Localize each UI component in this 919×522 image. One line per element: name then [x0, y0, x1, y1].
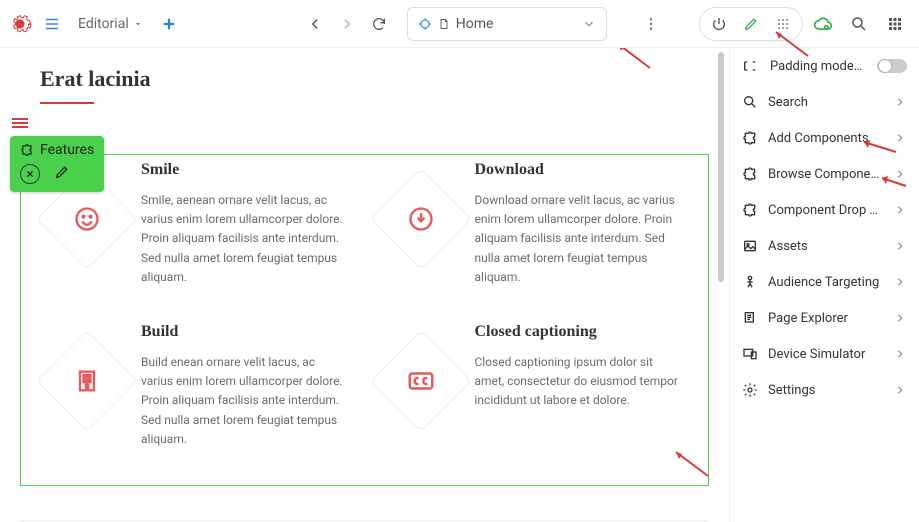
- gear-icon: [742, 382, 758, 398]
- puzzle-plus-icon: [742, 130, 758, 146]
- accent-underline: [40, 102, 94, 104]
- chevron-right-icon: [893, 95, 907, 109]
- padding-mode-toggle[interactable]: Padding mode (p): [730, 48, 919, 84]
- add-button[interactable]: [153, 8, 185, 40]
- overflow-menu-button[interactable]: [635, 8, 667, 40]
- panel-item-settings[interactable]: Settings: [730, 372, 919, 408]
- search-icon: [742, 94, 758, 110]
- panel-item-audience[interactable]: Audience Targeting: [730, 264, 919, 300]
- chevron-down-icon: [582, 17, 596, 31]
- selection-badge: Features: [10, 136, 104, 192]
- workspace-label: Editorial: [78, 16, 129, 32]
- feature-cc: Closed captioning Closed captioning ipsu…: [385, 323, 679, 449]
- feature-title: Download: [475, 161, 679, 179]
- menu-icon[interactable]: [36, 8, 68, 40]
- puzzle-icon: [742, 166, 758, 182]
- feature-title: Smile: [141, 161, 345, 179]
- image-icon: [742, 238, 758, 254]
- feature-build: Build Build enean ornare velit lacus, ac…: [51, 323, 345, 449]
- panel-item-search[interactable]: Search: [730, 84, 919, 120]
- mode-switch: [699, 7, 803, 41]
- padding-icon: [742, 58, 758, 74]
- panel-item-assets[interactable]: Assets: [730, 228, 919, 264]
- hamburger-icon: [12, 116, 28, 130]
- feature-body: Download ornare velit lacus, ac varius e…: [475, 191, 679, 287]
- canvas: Erat lacinia Features: [0, 48, 729, 522]
- edit-mode-button[interactable]: [736, 9, 766, 39]
- badge-close-button[interactable]: [20, 164, 40, 184]
- side-panel: Padding mode (p) Search Add Components B…: [729, 48, 919, 522]
- top-toolbar: Editorial Home: [0, 0, 919, 48]
- caret-down-icon: [133, 19, 143, 29]
- app-logo-icon: [8, 12, 32, 36]
- target-icon: [418, 17, 432, 31]
- search-button[interactable]: [843, 8, 875, 40]
- cc-icon: [406, 366, 436, 396]
- power-button[interactable]: [704, 9, 734, 39]
- apps-button[interactable]: [879, 8, 911, 40]
- divider: [20, 520, 709, 521]
- toggle-switch[interactable]: [877, 59, 907, 73]
- puzzle-target-icon: [742, 202, 758, 218]
- grid-mode-button[interactable]: [768, 9, 798, 39]
- page-icon: [438, 18, 450, 30]
- feature-title: Closed captioning: [475, 323, 679, 341]
- padding-label: Padding mode (p): [770, 59, 865, 74]
- nav-forward-button[interactable]: [331, 8, 363, 40]
- devices-icon: [742, 346, 758, 362]
- smile-icon: [73, 205, 101, 233]
- building-icon: [73, 367, 101, 395]
- workspace-dropdown[interactable]: Editorial: [72, 12, 149, 36]
- page-title: Erat lacinia: [40, 66, 151, 92]
- panel-item-add-components[interactable]: Add Components: [730, 120, 919, 156]
- location-label: Home: [456, 16, 576, 32]
- panel-item-drop-targets[interactable]: Component Drop Ta...: [730, 192, 919, 228]
- layers-icon: [742, 310, 758, 326]
- puzzle-icon: [20, 143, 34, 157]
- location-bar[interactable]: Home: [407, 7, 607, 41]
- nav-refresh-button[interactable]: [363, 8, 395, 40]
- panel-item-page-explorer[interactable]: Page Explorer: [730, 300, 919, 336]
- panel-item-browse-components[interactable]: Browse Components: [730, 156, 919, 192]
- selection-label: Features: [40, 142, 94, 158]
- feature-body: Build enean ornare velit lacus, ac variu…: [141, 353, 345, 449]
- person-icon: [742, 274, 758, 290]
- scrollbar[interactable]: [718, 52, 724, 282]
- feature-download: Download Download ornare velit lacus, ac…: [385, 161, 679, 287]
- nav-back-button[interactable]: [299, 8, 331, 40]
- panel-item-device-sim[interactable]: Device Simulator: [730, 336, 919, 372]
- feature-body: Closed captioning ipsum dolor sit amet, …: [475, 353, 679, 411]
- features-block[interactable]: Smile Smile, aenean ornare velit lacus, …: [20, 154, 709, 486]
- feature-body: Smile, aenean ornare velit lacus, ac var…: [141, 191, 345, 287]
- download-icon: [407, 205, 435, 233]
- feature-title: Build: [141, 323, 345, 341]
- cloud-publish-button[interactable]: [807, 8, 839, 40]
- badge-edit-button[interactable]: [54, 164, 70, 184]
